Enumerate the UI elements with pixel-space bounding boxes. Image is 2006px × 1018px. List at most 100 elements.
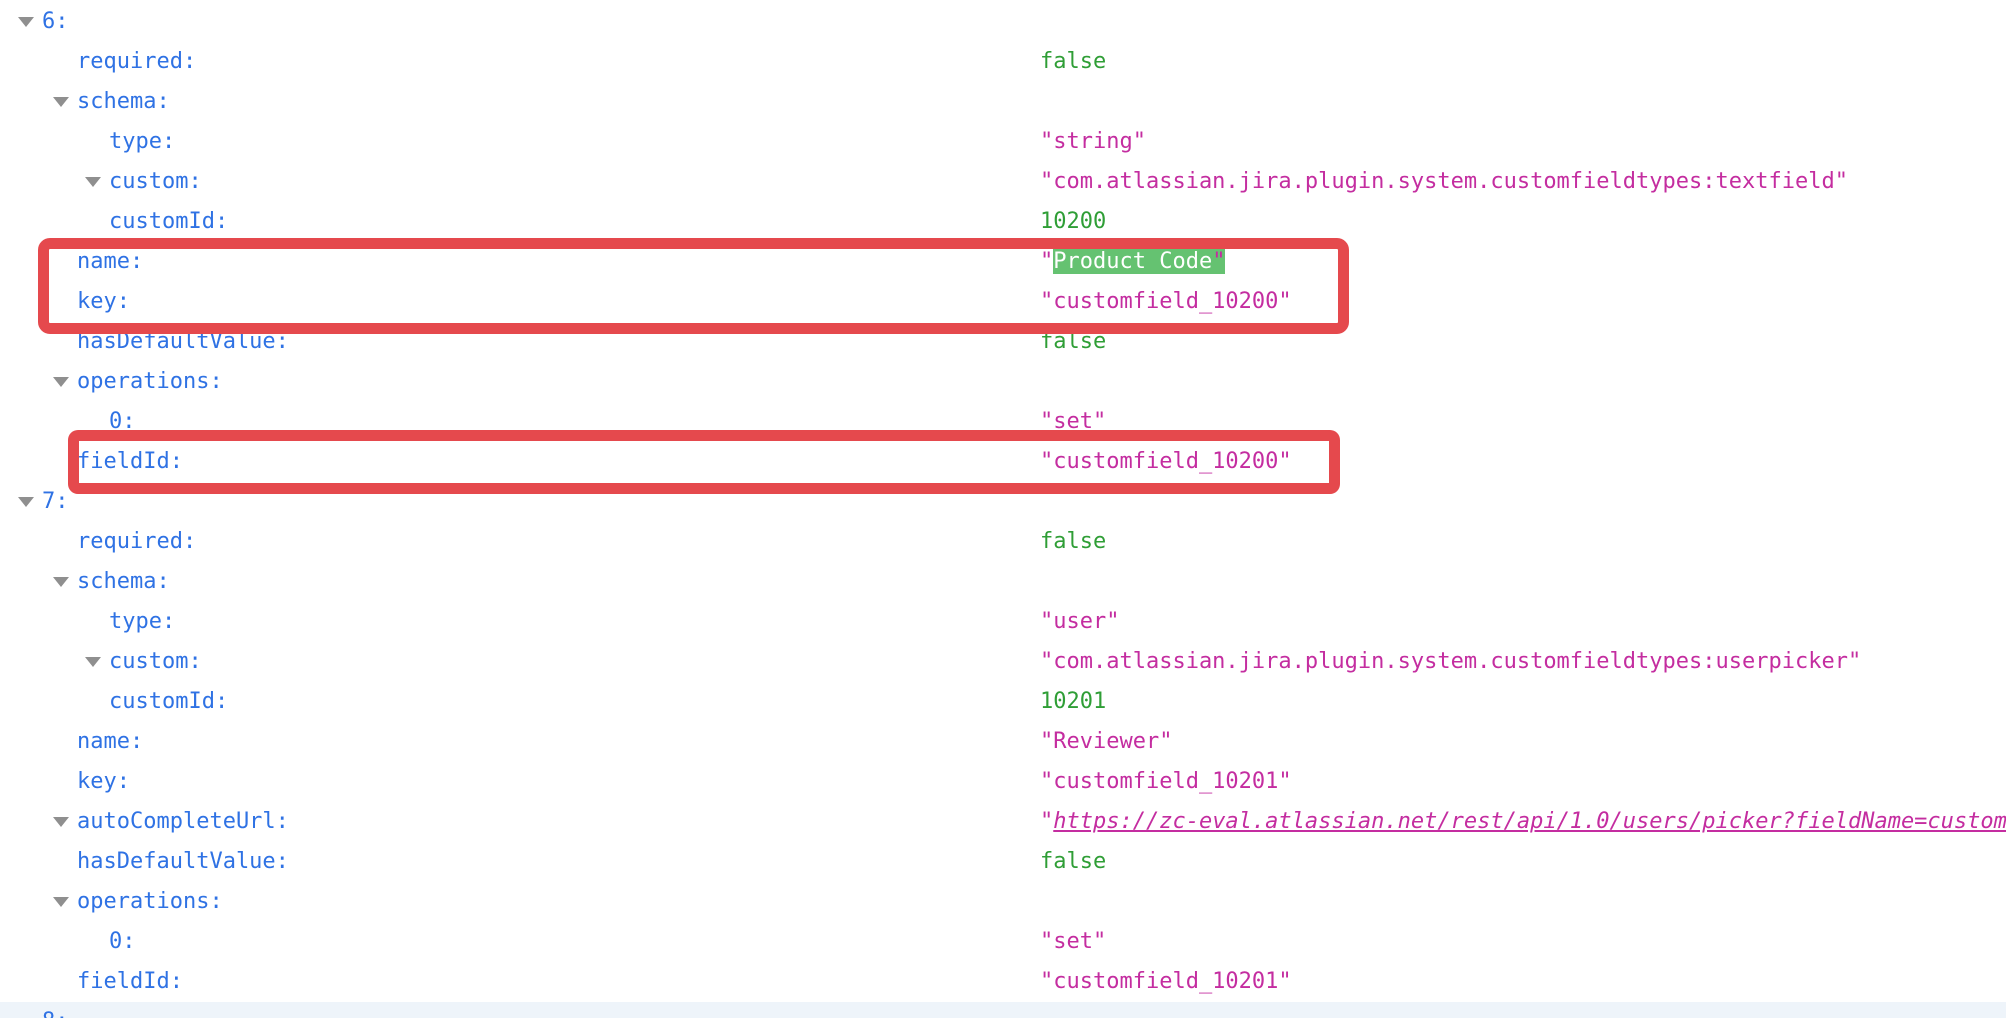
triangle-down-icon [85,657,101,667]
json-key: required: [77,522,196,562]
json-row-hasDefaultValue: hasDefaultValue:false [0,842,2006,882]
json-key: operations: [77,362,223,402]
key-wrap: customId: [85,202,228,242]
json-row-0: 0: "set" [0,922,2006,962]
expand-collapse-arrow[interactable] [18,2,42,42]
json-key: operations: [77,882,223,922]
expand-collapse-arrow[interactable] [85,642,109,682]
json-value: "set" [1040,402,1106,442]
json-row-autoCompleteUrl[interactable]: autoCompleteUrl: "https://zc-eval.atlassi… [0,802,2006,842]
key-wrap: custom: [85,642,202,682]
json-key: fieldId: [77,962,183,1002]
autocomplete-url-link[interactable]: https://zc-eval.atlassian.net/rest/api/1… [1053,809,2006,834]
triangle-down-icon [53,97,69,107]
json-row-required: required:false [0,522,2006,562]
json-key: customId: [109,202,228,242]
json-row-customId: customId:10200 [0,202,2006,242]
triangle-down-icon [18,497,34,507]
arrow-spacer [53,322,77,362]
json-key: 8: [42,1002,69,1018]
json-key: name: [77,242,143,282]
json-row-key: key: "customfield_10201" [0,762,2006,802]
arrow-spacer [85,922,109,962]
json-value: "set" [1040,922,1106,962]
key-wrap: 0: [85,922,136,962]
json-value: "customfield_10200" [1040,442,1292,482]
arrow-spacer [85,402,109,442]
key-wrap: key: [53,762,130,802]
expand-collapse-arrow[interactable] [18,482,42,522]
json-key: required: [77,42,196,82]
key-wrap: autoCompleteUrl: [53,802,289,842]
json-row-custom[interactable]: custom:"com.atlassian.jira.plugin.system… [0,162,2006,202]
key-wrap: key: [53,282,130,322]
expand-collapse-arrow[interactable] [53,362,77,402]
json-row-7[interactable]: 7: [0,482,2006,522]
key-wrap: 8: [18,1002,69,1018]
json-key: key: [77,762,130,802]
json-row-type: type:"string" [0,122,2006,162]
key-wrap: hasDefaultValue: [53,322,289,362]
key-wrap: fieldId: [53,442,183,482]
key-wrap: operations: [53,882,223,922]
json-value: "https://zc-eval.atlassian.net/rest/api/… [1040,802,2006,842]
json-key: custom: [109,642,202,682]
triangle-down-icon [53,377,69,387]
json-value: "customfield_10201" [1040,962,1292,1002]
arrow-spacer [85,602,109,642]
json-key: schema: [77,82,170,122]
json-value: "customfield_10200" [1040,282,1292,322]
json-row-key: key: "customfield_10200" [0,282,2006,322]
expand-collapse-arrow[interactable] [53,802,77,842]
json-key: type: [109,122,175,162]
json-viewer: 6:required:falseschema:type:"string"cust… [0,0,2006,1018]
expand-collapse-arrow[interactable] [53,562,77,602]
json-value: "customfield_10201" [1040,762,1292,802]
open-quote: " [1040,809,1053,834]
find-highlighted-text: Product Code [1053,249,1212,274]
arrow-spacer [85,202,109,242]
json-row-schema[interactable]: schema: [0,562,2006,602]
arrow-spacer [53,762,77,802]
json-row-operations[interactable]: operations: [0,362,2006,402]
key-wrap: 7: [18,482,69,522]
arrow-spacer [53,242,77,282]
json-key: hasDefaultValue: [77,842,289,882]
key-wrap: type: [85,122,175,162]
arrow-spacer [53,282,77,322]
key-wrap: 6: [18,2,69,42]
json-key: customId: [109,682,228,722]
json-key: type: [109,602,175,642]
json-row-custom[interactable]: custom:"com.atlassian.jira.plugin.system… [0,642,2006,682]
json-row-fieldId: fieldId: "customfield_10200" [0,442,2006,482]
arrow-spacer [53,42,77,82]
key-wrap: schema: [53,82,170,122]
json-row-6[interactable]: 6: [0,2,2006,42]
key-wrap: customId: [85,682,228,722]
json-row-required: required:false [0,42,2006,82]
json-key: name: [77,722,143,762]
json-row-fieldId: fieldId: "customfield_10201" [0,962,2006,1002]
arrow-spacer [53,522,77,562]
json-value: "Product Code" [1040,242,1225,282]
key-wrap: schema: [53,562,170,602]
expand-collapse-arrow[interactable] [53,882,77,922]
json-row-schema[interactable]: schema: [0,82,2006,122]
json-value: false [1040,322,1106,362]
arrow-spacer [85,682,109,722]
triangle-down-icon [53,577,69,587]
json-value: 10201 [1040,682,1106,722]
key-wrap: custom: [85,162,202,202]
json-row-operations[interactable]: operations: [0,882,2006,922]
open-quote: " [1040,249,1053,274]
key-wrap: 0: [85,402,136,442]
key-wrap: operations: [53,362,223,402]
triangle-down-icon [53,897,69,907]
arrow-spacer [85,122,109,162]
expand-collapse-arrow[interactable] [85,162,109,202]
key-wrap: fieldId: [53,962,183,1002]
key-wrap: type: [85,602,175,642]
arrow-spacer [53,842,77,882]
key-wrap: required: [53,42,196,82]
expand-collapse-arrow[interactable] [53,82,77,122]
